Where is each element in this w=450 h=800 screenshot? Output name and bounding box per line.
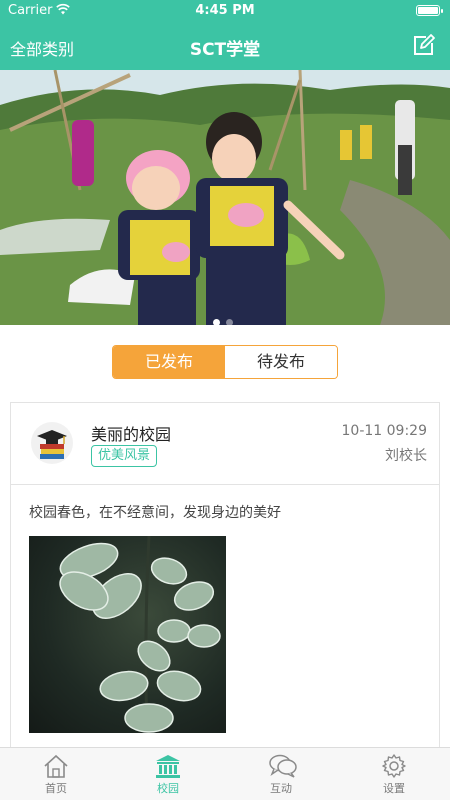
tab-published[interactable]: 已发布: [113, 346, 225, 378]
tab-home-label: 首页: [45, 782, 67, 795]
post-title: 美丽的校园: [91, 425, 172, 444]
edit-icon[interactable]: [412, 34, 436, 56]
status-bar: Carrier 4:45 PM: [0, 0, 450, 22]
home-icon: [44, 754, 68, 778]
carousel-dot[interactable]: [213, 319, 220, 326]
chat-icon: [269, 754, 297, 778]
post-header: 美丽的校园 优美风景 10-11 09:29 刘校长: [11, 403, 439, 485]
tab-pending[interactable]: 待发布: [225, 346, 337, 378]
page-title: SCT学堂: [189, 40, 261, 60]
graduation-cap-icon: [37, 430, 67, 459]
tab-bar: 首页 校园 互动 设置: [0, 747, 450, 800]
post-photo[interactable]: [29, 536, 226, 733]
banner-photo: [0, 70, 450, 325]
nav-bar: 全部类别 SCT学堂: [0, 22, 450, 70]
avatar: [31, 422, 73, 464]
tab-interact[interactable]: 互动: [225, 748, 337, 800]
post-card[interactable]: 美丽的校园 优美风景 10-11 09:29 刘校长 校园春色，在不经意间，发现…: [10, 402, 440, 762]
top-bar: Carrier 4:45 PM 全部类别 SCT学堂: [0, 0, 450, 70]
post-text: 校园春色，在不经意间，发现身边的美好: [29, 505, 281, 521]
tab-settings-label: 设置: [383, 782, 405, 795]
tab-home[interactable]: 首页: [0, 748, 112, 800]
tab-campus-label: 校园: [157, 782, 179, 795]
settings-icon: [382, 754, 406, 778]
clock: 4:45 PM: [195, 3, 255, 18]
tab-campus[interactable]: 校园: [112, 748, 224, 800]
carousel-dots: [210, 311, 236, 330]
tab-settings[interactable]: 设置: [338, 748, 450, 800]
campus-icon: [156, 755, 180, 778]
post-time: 10-11 09:29: [341, 423, 427, 439]
publish-status-segment: 已发布 待发布: [112, 345, 338, 379]
frosted-leaves-image: [59, 536, 221, 733]
category-tag[interactable]: 优美风景: [91, 445, 158, 467]
carousel-dot[interactable]: [226, 319, 233, 326]
tab-interact-label: 互动: [270, 782, 292, 795]
battery-icon: [416, 5, 443, 16]
banner-carousel[interactable]: [0, 70, 450, 325]
post-author: 刘校长: [385, 448, 427, 464]
